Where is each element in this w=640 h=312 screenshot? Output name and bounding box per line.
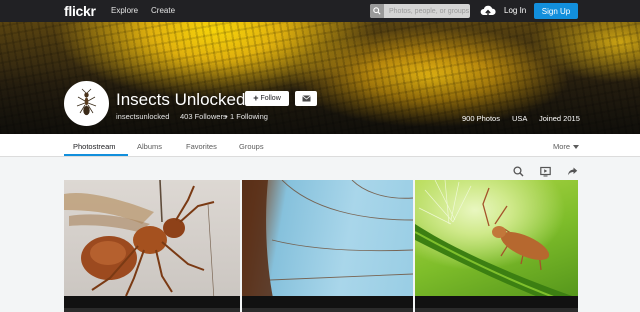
more-label: More <box>553 142 571 151</box>
tab-albums[interactable]: Albums <box>137 142 162 151</box>
profile-username: insectsunlocked <box>116 112 170 121</box>
profile-tabs: Photostream Albums Favorites Groups More <box>0 134 640 157</box>
more-menu[interactable]: More <box>553 142 580 151</box>
caption-strip <box>415 308 578 312</box>
photo-caption-band <box>242 296 413 312</box>
butterfly-scale-image <box>242 180 413 312</box>
nav-explore-link[interactable]: Explore <box>111 6 138 15</box>
photo-tile[interactable] <box>415 180 578 312</box>
flickr-logo[interactable]: flickr <box>64 3 96 19</box>
followers-count[interactable]: 403 Followers <box>180 112 227 121</box>
photostream-search-icon[interactable] <box>513 164 524 177</box>
meta-separator: • <box>225 112 228 121</box>
tab-favorites[interactable]: Favorites <box>186 142 217 151</box>
tab-photostream[interactable]: Photostream <box>73 142 116 151</box>
follow-label: Follow <box>260 95 281 102</box>
search-box[interactable]: Photos, people, or groups <box>370 4 470 18</box>
mail-icon <box>301 95 311 102</box>
flickr-profile-page: flickr Explore Create Photos, people, or… <box>0 0 640 312</box>
photo-caption-band <box>64 296 240 312</box>
avatar[interactable] <box>64 81 109 126</box>
chevron-down-icon <box>573 144 580 149</box>
caption-strip <box>242 308 413 312</box>
share-icon[interactable] <box>567 164 578 176</box>
profile-country: USA <box>512 114 528 123</box>
following-count[interactable]: 1 Following <box>230 112 268 121</box>
profile-joined: Joined 2015 <box>539 114 580 123</box>
photo-tile[interactable] <box>242 180 413 312</box>
login-link[interactable]: Log In <box>504 6 526 15</box>
beetle-on-stem-image <box>415 180 578 312</box>
nav-create-link[interactable]: Create <box>151 6 175 15</box>
search-input[interactable]: Photos, people, or groups <box>384 8 469 15</box>
tab-groups[interactable]: Groups <box>239 142 264 151</box>
photo-caption-band <box>415 296 578 312</box>
message-button[interactable] <box>295 91 317 106</box>
ant-avatar-image <box>76 88 97 116</box>
plus-icon: + <box>253 93 259 103</box>
photo-count: 900 Photos <box>462 114 500 123</box>
caption-strip <box>64 308 240 312</box>
upload-icon[interactable] <box>480 4 496 18</box>
slideshow-icon[interactable] <box>540 164 551 177</box>
insect-photo-image <box>64 180 215 301</box>
follow-button[interactable]: + Follow <box>245 91 289 106</box>
search-icon[interactable] <box>370 4 384 18</box>
photo-tile[interactable] <box>64 180 240 312</box>
signup-button[interactable]: Sign Up <box>534 3 578 19</box>
top-nav: flickr Explore Create Photos, people, or… <box>0 0 640 22</box>
profile-name: Insects Unlocked <box>116 90 246 109</box>
active-tab-indicator <box>64 154 128 156</box>
cover-photo: Insects Unlocked + Follow insectsunlocke… <box>0 22 640 134</box>
